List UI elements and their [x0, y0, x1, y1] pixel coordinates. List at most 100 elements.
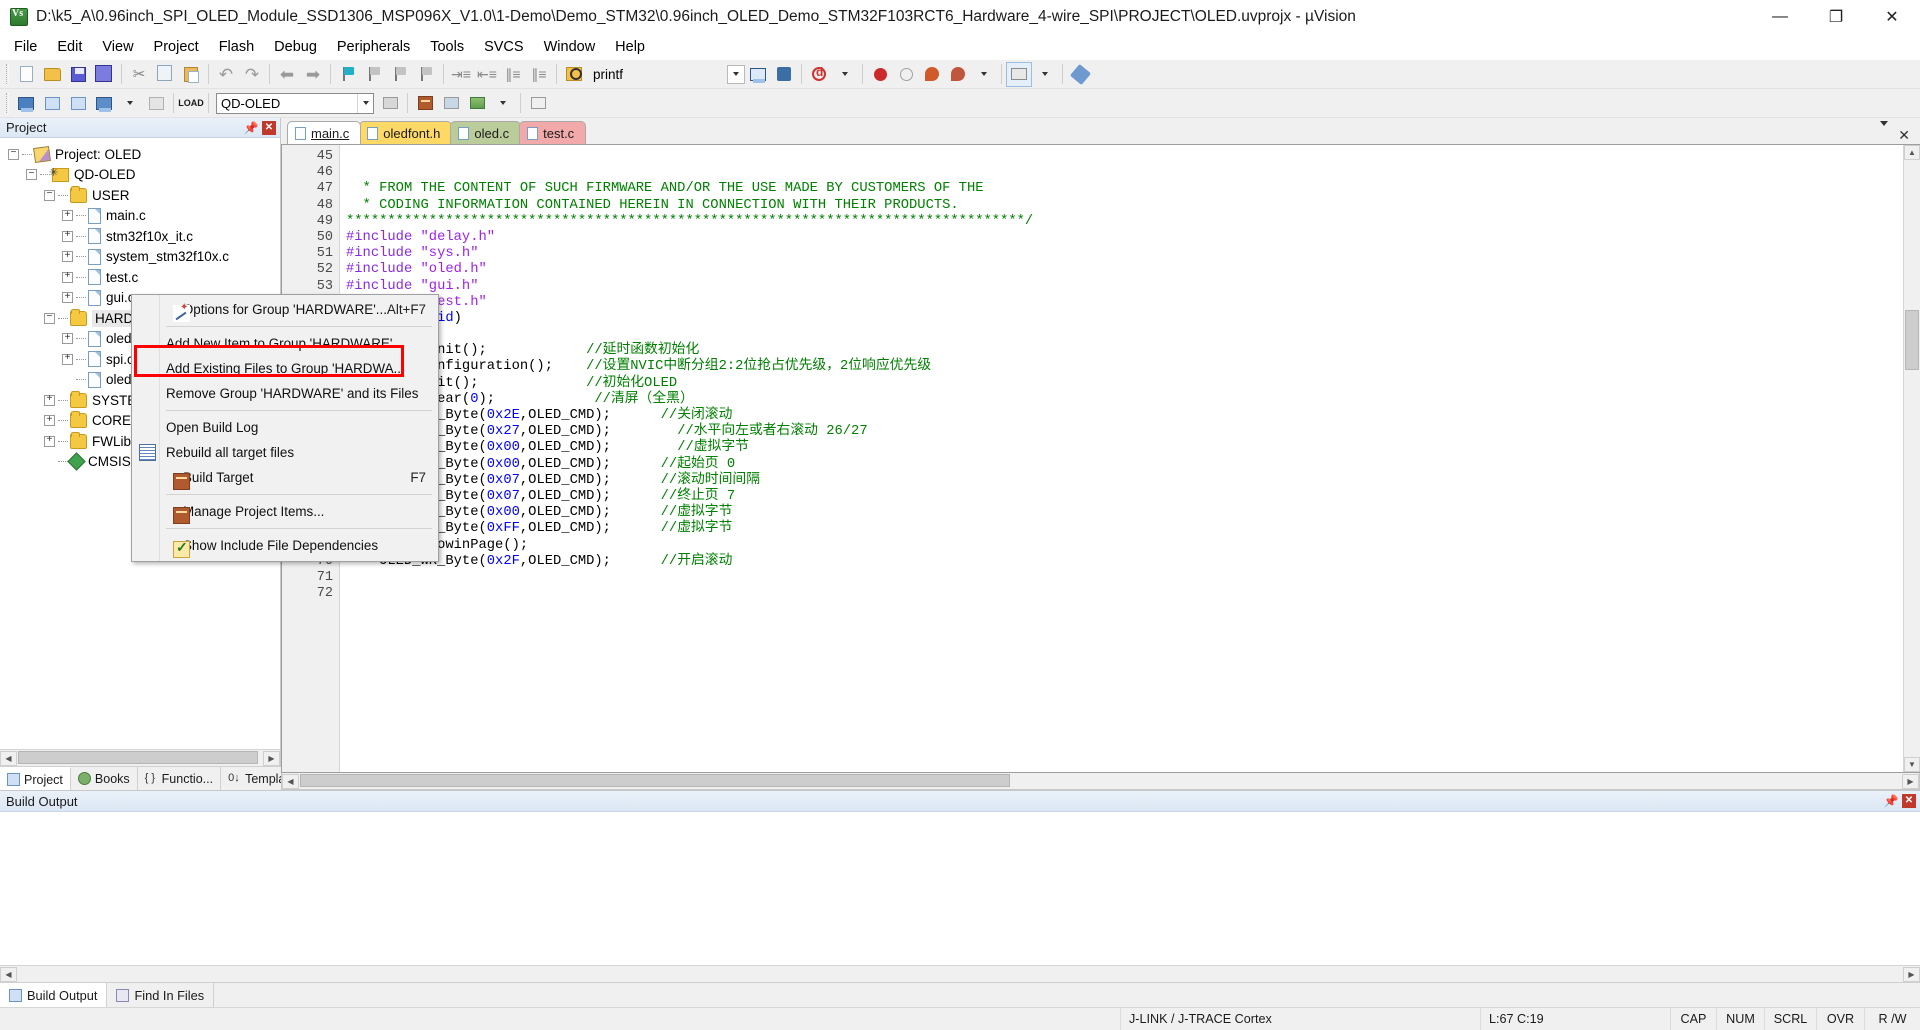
target-options-icon[interactable] [377, 91, 403, 116]
bookmark-toggle-icon[interactable] [335, 62, 361, 87]
expand-icon[interactable]: + [62, 210, 73, 222]
scroll-up-icon[interactable]: ▲ [1904, 145, 1920, 160]
pin-icon[interactable]: 📌 [243, 120, 259, 136]
menu-tools[interactable]: Tools [420, 34, 474, 60]
tree-item-qd-oled[interactable]: − QD-OLED [0, 165, 280, 186]
close-icon[interactable]: ✕ [1902, 794, 1916, 808]
save-icon[interactable] [65, 62, 91, 87]
menu-flash[interactable]: Flash [209, 34, 264, 60]
cut-icon[interactable]: ✂ [126, 62, 152, 87]
build-output-text[interactable] [0, 812, 1920, 965]
tab-find-in-files[interactable]: Find In Files [107, 983, 215, 1007]
editor-tab-oled-c[interactable]: oled.c [450, 121, 522, 144]
menu-debug[interactable]: Debug [264, 34, 327, 60]
tab-project[interactable]: Project [0, 767, 71, 790]
redo-icon[interactable]: ↷ [239, 62, 265, 87]
build-output-hscrollbar[interactable]: ◀ ▶ [0, 965, 1920, 982]
manage-project-items-icon[interactable] [412, 91, 438, 116]
editor-hscrollbar[interactable]: ◀ ▶ [281, 773, 1920, 790]
expand-icon[interactable]: + [62, 251, 73, 263]
tree-item-test-c[interactable]: + test.c [0, 267, 280, 288]
tree-item-stm32f10x-it-c[interactable]: + stm32f10x_it.c [0, 226, 280, 247]
menu-peripherals[interactable]: Peripherals [327, 34, 420, 60]
menu-edit[interactable]: Edit [47, 34, 92, 60]
editor-tab-oledfont-h[interactable]: oledfont.h [359, 121, 453, 144]
scroll-down-icon[interactable]: ▼ [1904, 757, 1920, 772]
batch-build-dropdown-icon[interactable] [117, 91, 143, 116]
save-all-icon[interactable] [91, 62, 117, 87]
scroll-thumb[interactable] [300, 773, 1010, 787]
outdent-icon[interactable]: ⇤≡ [474, 62, 500, 87]
editor-tab-main-c[interactable]: main.c [287, 121, 362, 144]
context-menu-item-manage-project-items[interactable]: Manage Project Items... [132, 499, 438, 524]
expand-icon[interactable]: + [62, 230, 73, 242]
multi-window-dropdown-icon[interactable] [1032, 62, 1058, 87]
close-icon[interactable]: ✕ [1898, 127, 1910, 144]
bookmark-prev-icon[interactable] [361, 62, 387, 87]
kill-breakpoints-icon[interactable] [919, 62, 945, 87]
menu-project[interactable]: Project [144, 34, 209, 60]
components-dropdown-icon[interactable] [971, 62, 997, 87]
tree-item-project-oled[interactable]: − Project: OLED [0, 144, 280, 165]
menu-file[interactable]: File [4, 34, 47, 60]
copy-icon[interactable] [152, 62, 178, 87]
manage-runtime-dropdown-icon[interactable] [490, 91, 516, 116]
configure-icon[interactable] [771, 62, 797, 87]
expand-icon[interactable]: + [62, 353, 73, 365]
navigate-forward-icon[interactable]: ➡ [300, 62, 326, 87]
expand-icon[interactable]: + [44, 415, 55, 427]
comment-icon[interactable]: ∥≡ [500, 62, 526, 87]
menu-help[interactable]: Help [605, 34, 655, 60]
undo-icon[interactable]: ↶ [213, 62, 239, 87]
scroll-right-icon[interactable]: ▶ [1903, 966, 1920, 982]
close-button[interactable]: ✕ [1864, 0, 1920, 34]
scroll-thumb[interactable] [18, 750, 258, 764]
toolbar-grip[interactable] [6, 64, 9, 84]
scroll-left-icon[interactable]: ◀ [0, 750, 17, 766]
menu-svcs[interactable]: SVCS [474, 34, 534, 60]
project-pane-hscrollbar[interactable]: ◀ ▶ [0, 749, 280, 766]
tree-item-main-c[interactable]: + main.c [0, 206, 280, 227]
find-input[interactable]: printf [587, 64, 727, 85]
context-menu-item-add-existing-files-to-group-hardwa[interactable]: Add Existing Files to Group 'HARDWA... [132, 356, 438, 381]
new-file-icon[interactable] [13, 62, 39, 87]
navigate-back-icon[interactable]: ⬅ [274, 62, 300, 87]
expand-icon[interactable]: + [62, 271, 73, 283]
tree-item-system-stm32f10x-c[interactable]: + system_stm32f10x.c [0, 247, 280, 268]
rebuild-icon[interactable] [65, 91, 91, 116]
bookmark-next-icon[interactable] [387, 62, 413, 87]
context-menu-item-remove-group-hardware-and-its-files[interactable]: Remove Group 'HARDWARE' and its Files [132, 381, 438, 406]
pin-icon[interactable]: 📌 [1883, 793, 1899, 809]
breakpoint-icon[interactable] [867, 62, 893, 87]
target-selector[interactable]: QD-OLED [216, 92, 374, 114]
collapse-icon[interactable]: − [44, 312, 55, 324]
tab-functions[interactable]: { } Functio... [137, 767, 222, 790]
scroll-right-icon[interactable]: ▶ [1902, 773, 1919, 789]
context-menu[interactable]: Options for Group 'HARDWARE'...Alt+F7 Add… [131, 294, 439, 562]
tab-books[interactable]: Books [70, 767, 138, 790]
scroll-thumb[interactable] [1905, 310, 1919, 370]
context-menu-item-show-include-file-dependencies[interactable]: Show Include File Dependencies [132, 533, 438, 558]
chevron-down-icon[interactable] [1880, 121, 1889, 144]
context-menu-item-rebuild-all-target-files[interactable]: Rebuild all target files [132, 440, 438, 465]
uncomment-icon[interactable]: ∥≡ [526, 62, 552, 87]
scroll-track[interactable] [299, 773, 1902, 789]
maximize-button[interactable]: ❐ [1808, 0, 1864, 34]
build-icon[interactable] [39, 91, 65, 116]
scroll-left-icon[interactable]: ◀ [282, 773, 299, 789]
menu-window[interactable]: Window [534, 34, 606, 60]
pack-installer-icon[interactable] [438, 91, 464, 116]
tab-build-output[interactable]: Build Output [0, 983, 108, 1007]
open-file-icon[interactable] [39, 62, 65, 87]
context-menu-item-add-new-item-to-group-hardware[interactable]: Add New Item to Group 'HARDWARE'... [132, 331, 438, 356]
expand-icon[interactable]: + [44, 435, 55, 447]
debug-session-icon[interactable] [806, 62, 832, 87]
scroll-left-icon[interactable]: ◀ [0, 966, 17, 982]
batch-build-icon[interactable] [91, 91, 117, 116]
editor-tab-test-c[interactable]: test.c [519, 121, 587, 144]
code-text[interactable]: * FROM THE CONTENT OF SUCH FIRMWARE AND/… [340, 145, 1903, 772]
debug-dropdown-icon[interactable] [832, 62, 858, 87]
disable-breakpoint-icon[interactable] [893, 62, 919, 87]
manage-components-icon[interactable] [945, 62, 971, 87]
select-software-packs-icon[interactable] [525, 91, 551, 116]
